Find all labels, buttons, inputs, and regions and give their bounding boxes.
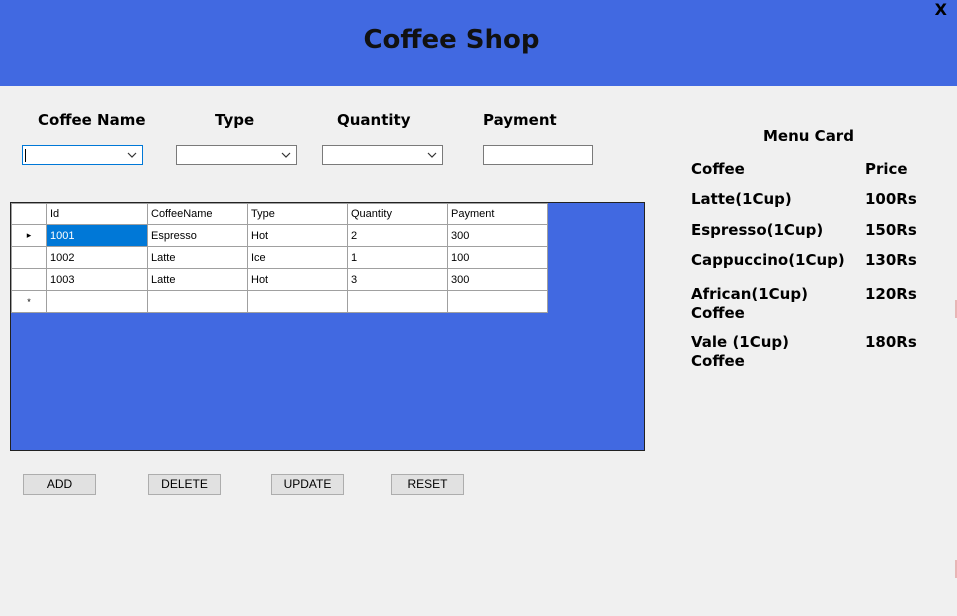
quantity-select[interactable] <box>322 145 443 165</box>
grid-table: Id CoffeeName Type Quantity Payment ▸ 10… <box>11 203 548 313</box>
row-header[interactable] <box>11 246 47 269</box>
type-label: Type <box>215 111 255 129</box>
new-row[interactable]: * <box>11 290 548 313</box>
menu-item-name: African(1Cup) <box>691 285 808 303</box>
current-row-indicator-icon[interactable]: ▸ <box>11 224 47 247</box>
menu-item-price: 180Rs <box>865 333 917 351</box>
cell-coffeename[interactable]: Latte <box>147 246 248 269</box>
menu-item-price: 120Rs <box>865 285 917 303</box>
new-cell-type[interactable] <box>247 290 348 313</box>
cell-quantity[interactable]: 3 <box>347 268 448 291</box>
cell-payment[interactable]: 300 <box>447 268 548 291</box>
menu-coffee-header: Coffee <box>691 160 745 178</box>
new-cell-id[interactable] <box>46 290 148 313</box>
quantity-label: Quantity <box>337 111 411 129</box>
column-header-coffeename[interactable]: CoffeeName <box>147 203 248 225</box>
add-button[interactable]: ADD <box>23 474 96 495</box>
menu-item-name: Vale (1Cup) <box>691 333 790 351</box>
chevron-down-icon[interactable] <box>425 148 439 162</box>
cell-payment[interactable]: 300 <box>447 224 548 247</box>
coffee-name-label: Coffee Name <box>38 111 146 129</box>
grid-header-row: Id CoffeeName Type Quantity Payment <box>11 203 548 225</box>
column-header-id[interactable]: Id <box>46 203 148 225</box>
table-row[interactable]: ▸ 1001 Espresso Hot 2 300 <box>11 224 548 247</box>
cell-id[interactable]: 1001 <box>46 224 148 247</box>
menu-item-name-line2: Coffee <box>691 304 745 322</box>
column-header-quantity[interactable]: Quantity <box>347 203 448 225</box>
menu-card-title: Menu Card <box>763 127 854 145</box>
update-button[interactable]: UPDATE <box>271 474 344 495</box>
new-cell-quantity[interactable] <box>347 290 448 313</box>
column-header-type[interactable]: Type <box>247 203 348 225</box>
title-bar: Coffee Shop <box>0 0 957 86</box>
menu-item-name: Latte(1Cup) <box>691 190 792 208</box>
coffee-name-select[interactable] <box>22 145 143 165</box>
menu-price-header: Price <box>865 160 908 178</box>
menu-item-name: Cappuccino(1Cup) <box>691 251 845 269</box>
close-button[interactable]: X <box>935 0 947 19</box>
cell-coffeename[interactable]: Espresso <box>147 224 248 247</box>
menu-item-price: 150Rs <box>865 221 917 239</box>
cell-id[interactable]: 1002 <box>46 246 148 269</box>
row-header[interactable] <box>11 268 47 291</box>
cell-quantity[interactable]: 2 <box>347 224 448 247</box>
cell-type[interactable]: Ice <box>247 246 348 269</box>
cell-quantity[interactable]: 1 <box>347 246 448 269</box>
cell-coffeename[interactable]: Latte <box>147 268 248 291</box>
cell-type[interactable]: Hot <box>247 268 348 291</box>
cell-id[interactable]: 1003 <box>46 268 148 291</box>
payment-label: Payment <box>483 111 557 129</box>
type-select[interactable] <box>176 145 297 165</box>
new-cell-payment[interactable] <box>447 290 548 313</box>
delete-button[interactable]: DELETE <box>148 474 221 495</box>
cell-type[interactable]: Hot <box>247 224 348 247</box>
new-row-asterisk-icon[interactable]: * <box>11 290 47 313</box>
row-header-corner[interactable] <box>11 203 47 225</box>
reset-button[interactable]: RESET <box>391 474 464 495</box>
data-grid[interactable]: Id CoffeeName Type Quantity Payment ▸ 10… <box>10 202 645 451</box>
table-row[interactable]: 1003 Latte Hot 3 300 <box>11 268 548 291</box>
column-header-payment[interactable]: Payment <box>447 203 548 225</box>
chevron-down-icon[interactable] <box>279 148 293 162</box>
cell-payment[interactable]: 100 <box>447 246 548 269</box>
menu-item-price: 100Rs <box>865 190 917 208</box>
payment-input[interactable] <box>483 145 593 165</box>
menu-item-name-line2: Coffee <box>691 352 745 370</box>
menu-item-name: Espresso(1Cup) <box>691 221 824 239</box>
menu-item-price: 130Rs <box>865 251 917 269</box>
text-cursor <box>25 149 26 162</box>
table-row[interactable]: 1002 Latte Ice 1 100 <box>11 246 548 269</box>
new-cell-coffeename[interactable] <box>147 290 248 313</box>
chevron-down-icon[interactable] <box>125 148 139 162</box>
app-title: Coffee Shop <box>363 25 540 55</box>
